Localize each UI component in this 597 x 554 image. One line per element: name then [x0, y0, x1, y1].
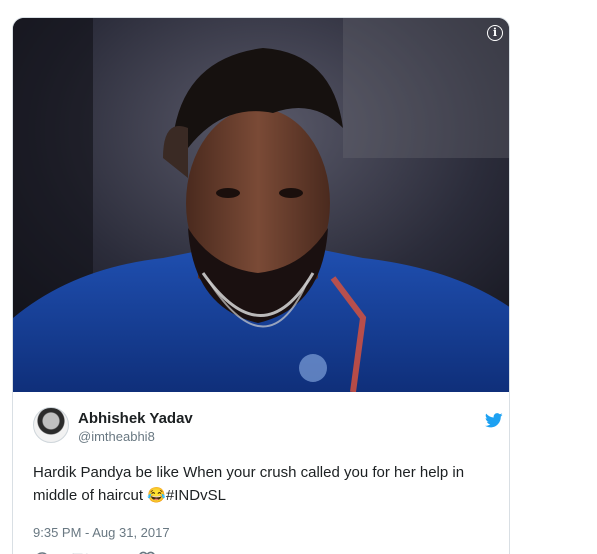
tweet-author: Abhishek Yadav @imtheabhi8 [33, 407, 503, 447]
laughing-emoji: 😂 [147, 487, 166, 504]
photo-image [13, 18, 509, 392]
author-name[interactable]: Abhishek Yadav [78, 410, 193, 427]
retweet-button[interactable]: 1 [69, 550, 102, 554]
heart-icon [139, 551, 155, 554]
tweet-timestamp[interactable]: 9:35 PM - Aug 31, 2017 [33, 525, 170, 540]
tweet-photo[interactable]: i [13, 18, 509, 392]
tweet-card[interactable]: i Abhishek Yadav @imtheabhi8 Hardik Pand… [12, 17, 510, 554]
avatar[interactable] [33, 407, 69, 443]
retweet-icon [72, 553, 88, 554]
tweet-body: Hardik Pandya be like When your crush ca… [33, 464, 465, 504]
reply-icon [37, 552, 47, 554]
reply-button[interactable] [33, 550, 51, 554]
like-button[interactable]: 22 [137, 550, 175, 554]
hashtag-link[interactable]: #INDvSL [166, 487, 226, 504]
twitter-bird-icon[interactable] [485, 413, 503, 428]
tweet-actions: 1 22 [33, 550, 333, 554]
info-icon[interactable]: i [487, 25, 503, 41]
tweet-text: Hardik Pandya be like When your crush ca… [33, 461, 503, 507]
author-handle[interactable]: @imtheabhi8 [78, 429, 155, 444]
